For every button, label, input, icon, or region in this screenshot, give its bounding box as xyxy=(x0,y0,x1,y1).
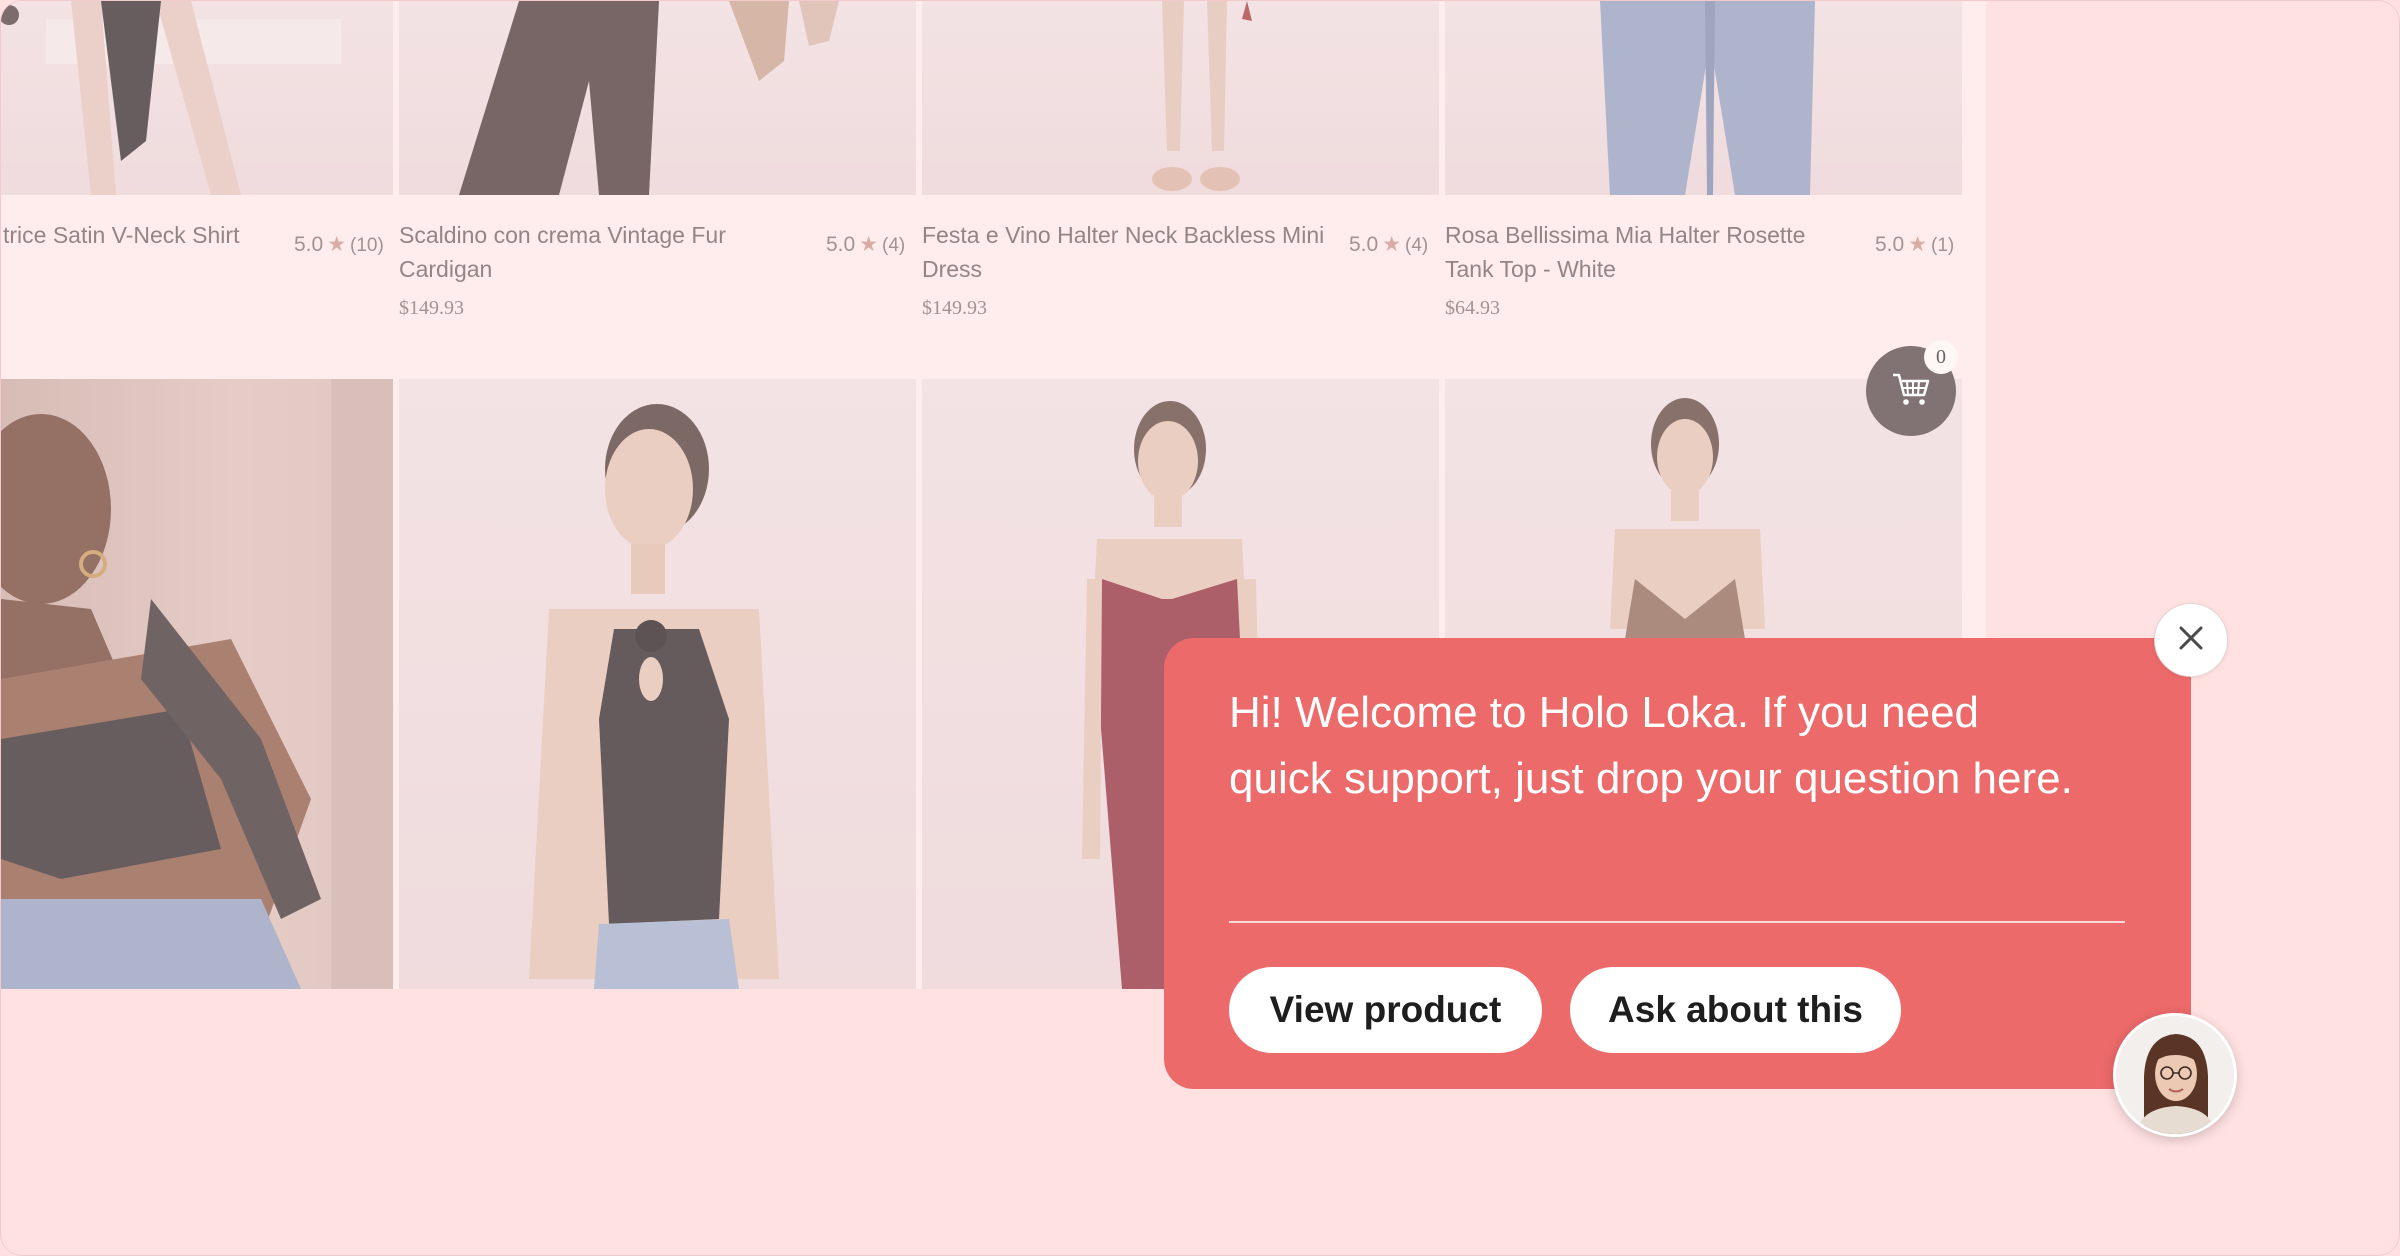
product-name[interactable]: Rosa Bellissima Mia Halter Rosette Tank … xyxy=(1445,218,1855,286)
review-count: (10) xyxy=(350,235,384,256)
product-image[interactable] xyxy=(1,379,393,989)
star-icon: ★ xyxy=(1382,233,1402,256)
product-image[interactable] xyxy=(1445,1,1962,195)
product-name[interactable]: trice Satin V-Neck Shirt xyxy=(3,218,263,252)
product-price: $149.93 xyxy=(399,297,464,319)
divider xyxy=(1229,921,2125,923)
rating-value: 5.0 xyxy=(294,233,324,256)
close-icon xyxy=(2177,624,2205,657)
product-rating: 5.0 ★ (10) xyxy=(294,232,384,257)
product-name[interactable]: Scaldino con crema Vintage Fur Cardigan xyxy=(399,218,779,286)
product-price: $149.93 xyxy=(922,297,987,319)
star-icon: ★ xyxy=(859,233,879,256)
rating-value: 5.0 xyxy=(826,233,856,256)
product-image[interactable] xyxy=(922,1,1439,195)
star-icon: ★ xyxy=(1908,233,1928,256)
app-frame: trice Satin V-Neck Shirt 5.0 ★ (10) Scaldi… xyxy=(0,0,2400,1256)
product-name[interactable]: Festa e Vino Halter Neck Backless Mini D… xyxy=(922,218,1332,286)
product-rating: 5.0 ★ (1) xyxy=(1875,232,1954,257)
view-product-button[interactable]: View product xyxy=(1229,967,1542,1053)
product-rating: 5.0 ★ (4) xyxy=(826,232,905,257)
star-icon: ★ xyxy=(327,233,347,256)
product-image[interactable] xyxy=(399,1,916,195)
review-count: (1) xyxy=(1931,235,1955,256)
product-price: $64.93 xyxy=(1445,297,1500,319)
review-count: (4) xyxy=(882,235,906,256)
shopping-cart-icon xyxy=(1891,371,1931,412)
ask-about-this-button[interactable]: Ask about this xyxy=(1570,967,1901,1053)
rating-value: 5.0 xyxy=(1349,233,1379,256)
welcome-message: Hi! Welcome to Holo Loka. If you need qu… xyxy=(1229,688,2073,803)
cart-count-badge: 0 xyxy=(1924,340,1958,374)
product-image[interactable] xyxy=(399,379,916,989)
chat-popup: Hi! Welcome to Holo Loka. If you need qu… xyxy=(1164,638,2191,1089)
agent-avatar[interactable] xyxy=(2113,1013,2237,1137)
product-rating: 5.0 ★ (4) xyxy=(1349,232,1428,257)
close-button[interactable] xyxy=(2154,603,2228,677)
product-image[interactable] xyxy=(1,1,393,195)
review-count: (4) xyxy=(1405,235,1429,256)
rating-value: 5.0 xyxy=(1875,233,1905,256)
